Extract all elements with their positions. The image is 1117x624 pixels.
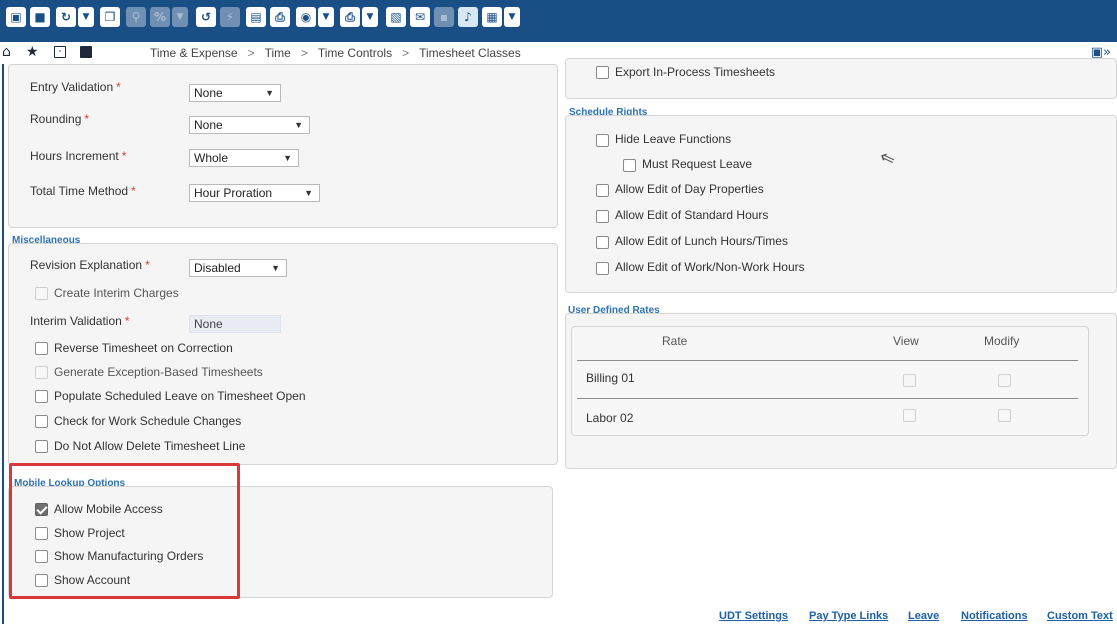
hide-leave-label: Hide Leave Functions [615, 132, 732, 146]
search-icon[interactable]: ⚲ [126, 7, 146, 27]
breadcrumb-time-controls[interactable]: Time Controls [318, 46, 392, 60]
revision-explanation-select[interactable]: Disabled ▼ [189, 259, 287, 277]
edit-day-properties-label: Allow Edit of Day Properties [615, 182, 764, 196]
interim-validation-label: Interim Validation * [30, 314, 130, 328]
interim-validation-field: None [189, 315, 281, 333]
breadcrumb-time-expense[interactable]: Time & Expense [150, 46, 238, 60]
left-edge-rule [2, 64, 4, 624]
main-toolbar: ▣ ■ ↻ ▼ ❐ ⚲ % ▼ ↺ ⚡ ▤ ⎙ ◉ ▼ ⎙ ▼ ▧ ✉ ▪ ♪ … [0, 0, 1117, 42]
generate-exception-checkbox[interactable] [35, 366, 48, 379]
custom-text-link[interactable]: Custom Text [1047, 610, 1113, 622]
rate-column-header[interactable]: Rate [662, 334, 687, 348]
tab-icon[interactable]: ▫ [54, 46, 66, 58]
labor-modify-checkbox[interactable] [998, 409, 1011, 422]
view-dropdown-icon[interactable]: ▼ [318, 7, 334, 27]
total-time-method-select[interactable]: Hour Proration ▼ [189, 184, 320, 202]
refresh-icon[interactable]: ↻ [56, 7, 76, 27]
reset-icon[interactable]: ↺ [196, 7, 216, 27]
check-schedule-checkbox[interactable] [35, 415, 48, 428]
save-icon[interactable]: ■ [30, 7, 50, 27]
pay-type-links-link[interactable]: Pay Type Links [809, 610, 888, 622]
breadcrumb-separator: > [402, 46, 410, 60]
create-interim-label: Create Interim Charges [54, 286, 179, 300]
edit-work-hours-label: Allow Edit of Work/Non-Work Hours [615, 260, 805, 274]
export-in-process-label: Export In-Process Timesheets [615, 65, 776, 79]
view-column-header[interactable]: View [893, 334, 919, 348]
must-request-leave-checkbox[interactable] [623, 159, 636, 172]
must-request-leave-label: Must Request Leave [642, 157, 753, 171]
udt-settings-link[interactable]: UDT Settings [719, 610, 788, 622]
export-in-process-checkbox[interactable] [596, 66, 609, 79]
hide-leave-checkbox[interactable] [596, 134, 609, 147]
generate-exception-label: Generate Exception-Based Timesheets [54, 365, 263, 379]
printer-icon[interactable]: ⎙ [340, 7, 360, 27]
modify-column-header[interactable]: Modify [984, 334, 1019, 348]
populate-leave-checkbox[interactable] [35, 390, 48, 403]
billing-modify-checkbox[interactable] [998, 374, 1011, 387]
breadcrumb-time[interactable]: Time [265, 46, 291, 60]
rate-labor-02: Labor 02 [586, 411, 634, 425]
breadcrumb-timesheet-classes: Timesheet Classes [419, 46, 521, 60]
total-time-method-label: Total Time Method * [30, 184, 136, 198]
row-divider [577, 398, 1078, 399]
percent-icon[interactable]: % [150, 7, 170, 27]
edit-work-hours-checkbox[interactable] [596, 262, 609, 275]
breadcrumb-separator: > [247, 46, 255, 60]
hours-increment-select[interactable]: Whole ▼ [189, 149, 299, 167]
percent-dropdown-icon[interactable]: ▼ [172, 7, 188, 27]
star-icon[interactable]: ★ [26, 44, 39, 60]
highlight-box [9, 463, 240, 599]
disk-icon[interactable]: ▪ [434, 7, 454, 27]
revision-explanation-label: Revision Explanation * [30, 258, 150, 272]
document-icon[interactable]: ▤ [246, 7, 266, 27]
no-delete-line-checkbox[interactable] [35, 440, 48, 453]
breadcrumb: Time & Expense > Time > Time Controls > Timesh… [150, 46, 521, 60]
comment-icon[interactable]: ✉ [410, 7, 430, 27]
copy-icon[interactable]: ❐ [100, 7, 120, 27]
microphone-icon[interactable]: ♪ [458, 7, 478, 27]
refresh-dropdown-icon[interactable]: ▼ [78, 7, 94, 27]
cube-icon[interactable]: ▣ [6, 7, 26, 27]
edit-day-properties-checkbox[interactable] [596, 184, 609, 197]
no-delete-line-label: Do Not Allow Delete Timesheet Line [54, 439, 246, 453]
rounding-label: Rounding * [30, 112, 90, 126]
home-icon[interactable]: ⌂ [2, 44, 11, 60]
create-interim-checkbox[interactable] [35, 287, 48, 300]
reverse-timesheet-checkbox[interactable] [35, 342, 48, 355]
edit-standard-hours-label: Allow Edit of Standard Hours [615, 208, 769, 222]
menu-icon[interactable] [80, 46, 92, 58]
rate-billing-01: Billing 01 [586, 371, 635, 385]
edit-standard-hours-checkbox[interactable] [596, 210, 609, 223]
billing-view-checkbox[interactable] [903, 374, 916, 387]
printer-dropdown-icon[interactable]: ▼ [362, 7, 378, 27]
leave-link[interactable]: Leave [908, 610, 939, 622]
populate-leave-label: Populate Scheduled Leave on Timesheet Op… [54, 389, 306, 403]
view-icon[interactable]: ◉ [296, 7, 316, 27]
lightning-icon[interactable]: ⚡ [220, 7, 240, 27]
rounding-select[interactable]: None ▼ [189, 116, 310, 134]
breadcrumb-separator: > [300, 46, 308, 60]
export-icon[interactable]: ▦ [482, 7, 502, 27]
edit-lunch-hours-checkbox[interactable] [596, 236, 609, 249]
entry-validation-label: Entry Validation * [30, 80, 121, 94]
labor-view-checkbox[interactable] [903, 409, 916, 422]
check-schedule-label: Check for Work Schedule Changes [54, 414, 242, 428]
hours-increment-label: Hours Increment * [30, 149, 127, 163]
entry-validation-select[interactable]: None ▼ [189, 84, 281, 102]
print-preview-icon[interactable]: ⎙ [270, 7, 290, 27]
reverse-timesheet-label: Reverse Timesheet on Correction [54, 341, 233, 355]
attachment-icon[interactable]: ▧ [386, 7, 406, 27]
export-dropdown-icon[interactable]: ▼ [504, 7, 520, 27]
header-divider [577, 360, 1078, 361]
notifications-link[interactable]: Notifications [961, 610, 1028, 622]
edit-lunch-hours-label: Allow Edit of Lunch Hours/Times [615, 234, 788, 248]
